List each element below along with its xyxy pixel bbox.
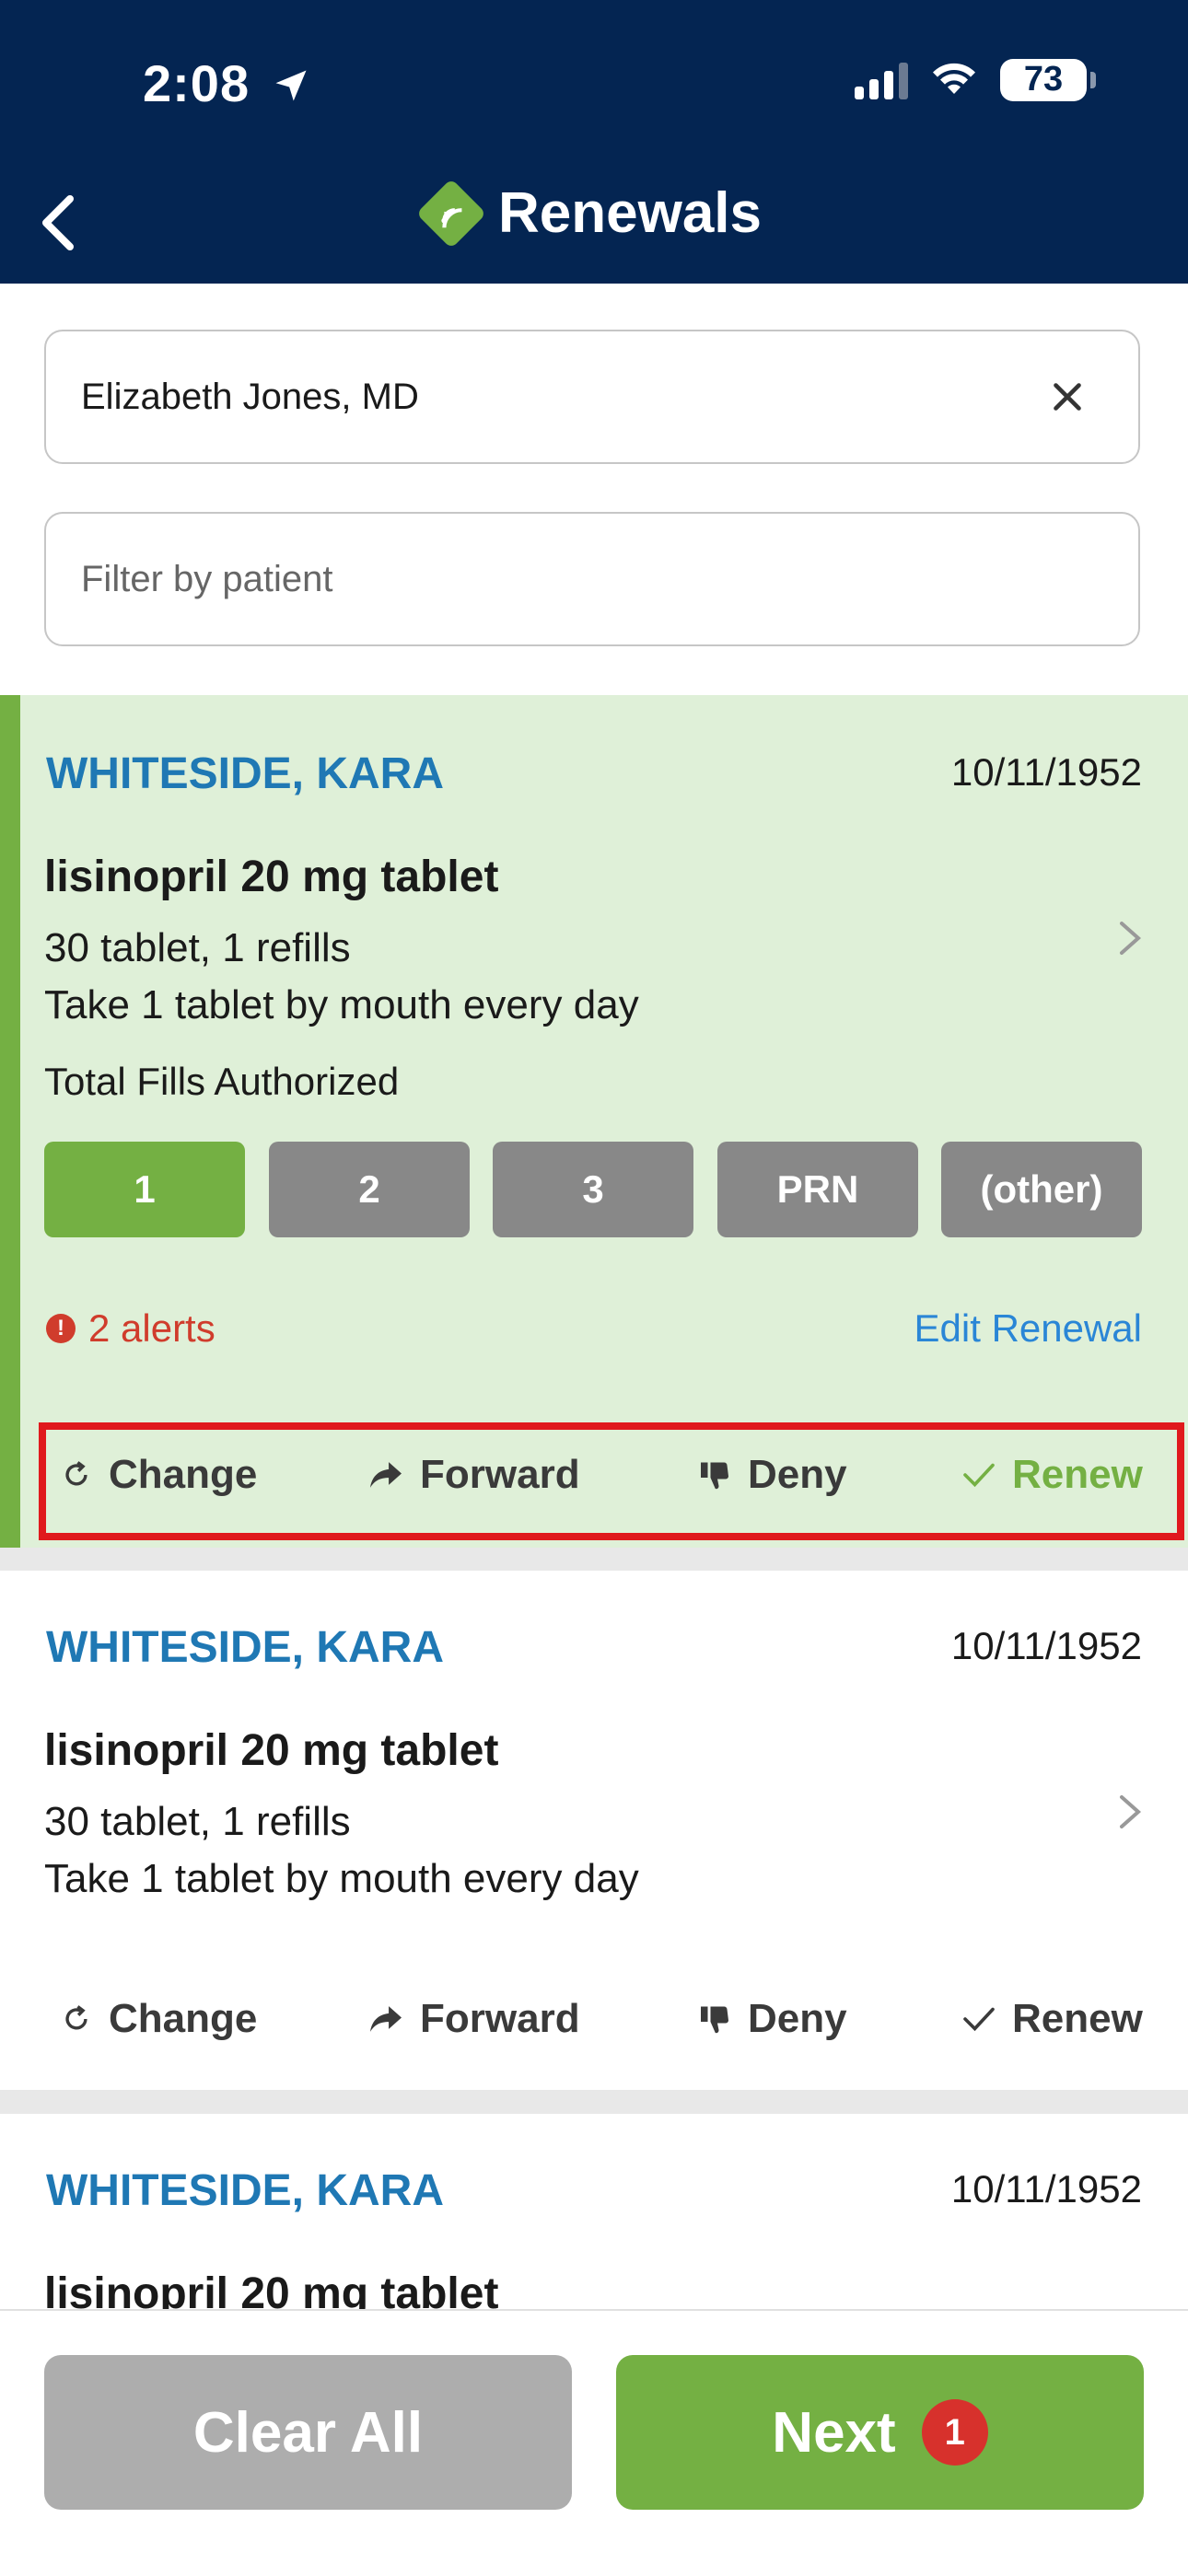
location-arrow-icon <box>271 58 311 118</box>
fill-option-2[interactable]: 2 <box>269 1142 470 1237</box>
change-button[interactable]: Change <box>61 1452 257 1498</box>
fill-option-other[interactable]: (other) <box>941 1142 1142 1237</box>
total-fills-label: Total Fills Authorized <box>44 1060 400 1103</box>
cellular-signal-icon <box>855 61 908 99</box>
patient-dob: 10/11/1952 <box>950 1624 1142 1667</box>
drug-quantity: 30 tablet, 1 refills <box>44 1799 351 1844</box>
alerts-link[interactable]: ! 2 alerts <box>46 1306 215 1351</box>
fill-option-1[interactable]: 1 <box>44 1142 245 1237</box>
patient-dob: 10/11/1952 <box>950 2167 1142 2210</box>
patient-filter-placeholder: Filter by patient <box>81 558 333 599</box>
status-indicators: 73 <box>855 57 1096 102</box>
refresh-icon <box>65 2005 87 2030</box>
fill-option-prn[interactable]: PRN <box>717 1142 918 1237</box>
status-time: 2:08 <box>143 53 311 118</box>
renewal-card-selected[interactable]: WHITESIDE, KARA 10/11/1952 lisinopril 20… <box>0 695 1188 1548</box>
forward-arrow-icon <box>370 1462 402 1488</box>
next-button[interactable]: Next 1 <box>616 2355 1144 2510</box>
next-count-badge: 1 <box>921 2399 988 2466</box>
drug-name: lisinopril 20 mg tablet <box>44 2269 499 2309</box>
patient-name: WHITESIDE, KARA <box>46 749 444 798</box>
provider-filter-field[interactable]: Elizabeth Jones, MD <box>44 330 1140 464</box>
renew-button[interactable]: Renew <box>962 1996 1143 2042</box>
next-label: Next <box>772 2400 896 2465</box>
renew-button[interactable]: Renew <box>962 1452 1143 1498</box>
forward-arrow-icon <box>370 2006 402 2032</box>
drug-quantity: 30 tablet, 1 refills <box>44 925 351 970</box>
bottom-action-bar: Clear All Next 1 <box>0 2309 1188 2576</box>
app-header: 2:08 73 Renewals <box>0 0 1188 284</box>
provider-filter-value: Elizabeth Jones, MD <box>81 376 419 417</box>
edit-renewal-link[interactable]: Edit Renewal <box>914 1306 1142 1351</box>
drug-sig: Take 1 tablet by mouth every day <box>44 1856 639 1901</box>
alerts-count: 2 alerts <box>88 1306 215 1350</box>
page-title: Renewals <box>497 181 763 245</box>
wifi-icon <box>928 57 980 102</box>
forward-button[interactable]: Forward <box>368 1996 580 2042</box>
app-logo-icon <box>415 178 487 249</box>
thumbs-down-icon <box>701 1462 728 1490</box>
chevron-right-icon[interactable] <box>1116 918 1144 958</box>
chevron-right-icon[interactable] <box>1116 1792 1144 1832</box>
patient-name: WHITESIDE, KARA <box>46 2166 444 2215</box>
drug-name: lisinopril 20 mg tablet <box>44 1726 499 1775</box>
forward-button[interactable]: Forward <box>368 1452 580 1498</box>
checkmark-icon <box>963 2007 995 2032</box>
drug-sig: Take 1 tablet by mouth every day <box>44 982 639 1027</box>
drug-name: lisinopril 20 mg tablet <box>44 853 499 901</box>
thumbs-down-icon <box>701 2006 728 2034</box>
change-button[interactable]: Change <box>61 1996 257 2042</box>
renewal-card[interactable]: WHITESIDE, KARA 10/11/1952 lisinopril 20… <box>0 1571 1188 2090</box>
patient-filter-input[interactable]: Filter by patient <box>44 512 1140 646</box>
clear-all-button[interactable]: Clear All <box>44 2355 572 2510</box>
refresh-icon <box>65 1461 87 1486</box>
battery-icon: 73 <box>1000 58 1096 101</box>
clear-provider-icon[interactable] <box>1044 374 1090 420</box>
deny-button[interactable]: Deny <box>698 1452 847 1498</box>
patient-dob: 10/11/1952 <box>950 750 1142 794</box>
renewal-card[interactable]: WHITESIDE, KARA 10/11/1952 lisinopril 20… <box>0 2114 1188 2309</box>
deny-button[interactable]: Deny <box>698 1996 847 2042</box>
checkmark-icon <box>963 1463 995 1488</box>
filter-section: Elizabeth Jones, MD Filter by patient <box>0 284 1188 695</box>
patient-name: WHITESIDE, KARA <box>46 1623 444 1672</box>
fill-option-3[interactable]: 3 <box>493 1142 693 1237</box>
alert-icon: ! <box>46 1314 76 1343</box>
